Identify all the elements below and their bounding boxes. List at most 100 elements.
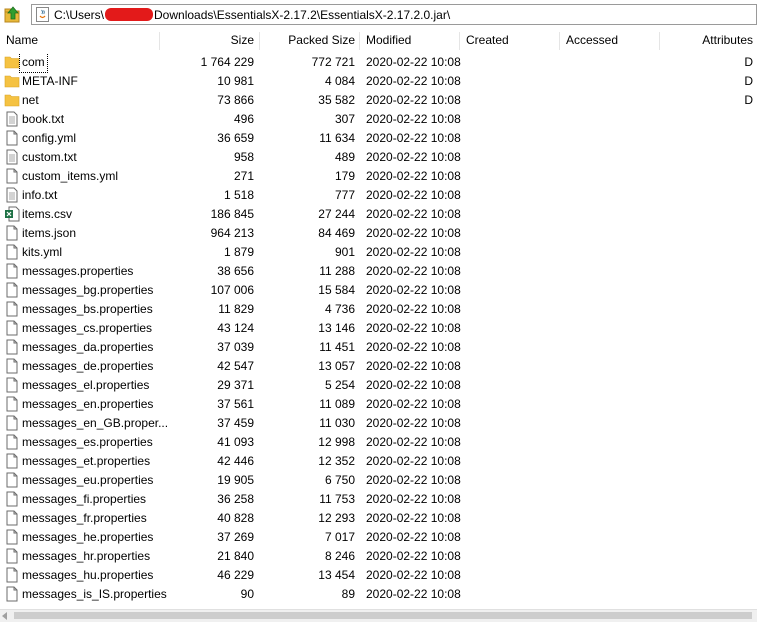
file-row[interactable]: messages_he.properties 37 269 7 017 2020-02…	[0, 528, 757, 547]
file-row[interactable]: messages_bs.properties 11 829 4 736 2020-02…	[0, 300, 757, 319]
file-modified: 2020-02-22 10:08	[366, 321, 461, 335]
file-modified: 2020-02-22 10:08	[366, 112, 461, 126]
file-row[interactable]: META-INF 10 981 4 084 2020-02-22 10:08 D	[0, 72, 757, 91]
file-packed-size: 489	[334, 150, 355, 164]
file-row[interactable]: messages_is_IS.properties 90 89 2020-02-22 …	[0, 585, 757, 604]
file-row[interactable]: items.json 964 213 84 469 2020-02-22 10:08	[0, 224, 757, 243]
column-header-size[interactable]: Size	[231, 30, 254, 51]
file-name: custom_items.yml	[22, 169, 119, 183]
column-divider[interactable]	[359, 32, 360, 50]
file-row[interactable]: messages_da.properties 37 039 11 451 2020-0…	[0, 338, 757, 357]
column-divider[interactable]	[159, 32, 160, 50]
file-packed-size: 11 634	[319, 131, 355, 145]
file-row[interactable]: messages_hr.properties 21 840 8 246 2020-02…	[0, 547, 757, 566]
horizontal-scrollbar[interactable]	[0, 609, 757, 622]
file-name: messages_en.properties	[22, 397, 154, 411]
file-modified: 2020-02-22 10:08	[366, 207, 461, 221]
file-row[interactable]: messages_hu.properties 46 229 13 454 2020-0…	[0, 566, 757, 585]
file-modified: 2020-02-22 10:08	[366, 340, 461, 354]
file-size: 90	[240, 587, 254, 601]
file-row[interactable]: net 73 866 35 582 2020-02-22 10:08 D	[0, 91, 757, 110]
file-packed-size: 12 352	[318, 454, 355, 468]
file-row[interactable]: config.yml 36 659 11 634 2020-02-22 10:08	[0, 129, 757, 148]
file-row[interactable]: items.csv 186 845 27 244 2020-02-22 10:08	[0, 205, 757, 224]
file-packed-size: 5 254	[324, 378, 355, 392]
file-row[interactable]: messages_de.properties 42 547 13 057 2020-0…	[0, 357, 757, 376]
redaction-mark	[105, 8, 154, 21]
file-name: messages_et.properties	[22, 454, 151, 468]
file-row[interactable]: kits.yml 1 879 901 2020-02-22 10:08	[0, 243, 757, 262]
column-header-name[interactable]: Name	[6, 30, 38, 51]
file-packed-size: 4 084	[324, 74, 355, 88]
column-header-attributes[interactable]: Attributes	[702, 30, 753, 51]
column-header-row: Name Size Packed Size Modified Created A…	[0, 30, 757, 51]
file-size: 958	[233, 150, 254, 164]
file-row[interactable]: messages_fi.properties 36 258 11 753 2020-0…	[0, 490, 757, 509]
file-list[interactable]: com 1 764 229 772 721 2020-02-22 10:08 D META…	[0, 53, 757, 609]
address-prefix: C:\Users\	[54, 8, 105, 22]
column-header-packed-size[interactable]: Packed Size	[288, 30, 355, 51]
file-modified: 2020-02-22 10:08	[366, 74, 461, 88]
file-name: messages_el.properties	[22, 378, 150, 392]
file-size: 42 547	[217, 359, 254, 373]
blank-file-icon	[4, 339, 20, 355]
blank-file-icon	[4, 396, 20, 412]
file-modified: 2020-02-22 10:08	[366, 530, 461, 544]
address-bar[interactable]: C:\Users\ Downloads\EssentialsX-2.17.2\Es…	[31, 4, 757, 25]
column-header-created[interactable]: Created	[466, 30, 509, 51]
text-file-icon	[4, 111, 20, 127]
file-attributes: D	[744, 93, 753, 107]
file-modified: 2020-02-22 10:08	[366, 397, 461, 411]
file-packed-size: 777	[334, 188, 355, 202]
file-size: 1 764 229	[200, 55, 254, 69]
scroll-left-arrow-icon[interactable]	[2, 612, 7, 620]
toolbar: C:\Users\ Downloads\EssentialsX-2.17.2\Es…	[0, 0, 757, 30]
file-row[interactable]: messages_en.properties 37 561 11 089 2020-0…	[0, 395, 757, 414]
file-row[interactable]: book.txt 496 307 2020-02-22 10:08	[0, 110, 757, 129]
file-row[interactable]: com 1 764 229 772 721 2020-02-22 10:08 D	[0, 53, 757, 73]
file-row[interactable]: messages_el.properties 29 371 5 254 2020-02…	[0, 376, 757, 395]
column-header-modified[interactable]: Modified	[366, 30, 411, 51]
folder-icon	[4, 73, 20, 89]
file-row[interactable]: messages.properties 38 656 11 288 2020-02-2…	[0, 262, 757, 281]
file-packed-size: 772 721	[311, 55, 355, 69]
file-size: 10 981	[217, 74, 254, 88]
file-name: messages_da.properties	[22, 340, 154, 354]
file-packed-size: 84 469	[318, 226, 355, 240]
file-size: 40 828	[217, 511, 254, 525]
file-row[interactable]: info.txt 1 518 777 2020-02-22 10:08	[0, 186, 757, 205]
file-row[interactable]: messages_es.properties 41 093 12 998 2020-0…	[0, 433, 757, 452]
file-row[interactable]: messages_bg.properties 107 006 15 584 2020-…	[0, 281, 757, 300]
file-modified: 2020-02-22 10:08	[366, 568, 461, 582]
file-row[interactable]: custom.txt 958 489 2020-02-22 10:08	[0, 148, 757, 167]
column-divider[interactable]	[559, 32, 560, 50]
file-row[interactable]: messages_eu.properties 19 905 6 750 2020-02…	[0, 471, 757, 490]
folder-up-icon[interactable]	[2, 4, 24, 26]
scrollbar-thumb[interactable]	[14, 612, 752, 619]
file-size: 38 656	[217, 264, 254, 278]
excel-csv-icon	[4, 206, 20, 222]
file-name: messages_cs.properties	[22, 321, 153, 335]
blank-file-icon	[4, 434, 20, 450]
file-size: 36 659	[217, 131, 254, 145]
column-divider[interactable]	[659, 32, 660, 50]
file-name: messages_bg.properties	[22, 283, 154, 297]
column-header-accessed[interactable]: Accessed	[566, 30, 618, 51]
blank-file-icon	[4, 282, 20, 298]
file-row[interactable]: messages_en_GB.proper... 37 459 11 030 2020…	[0, 414, 757, 433]
file-row[interactable]: messages_cs.properties 43 124 13 146 2020-0…	[0, 319, 757, 338]
file-packed-size: 12 998	[318, 435, 355, 449]
file-size: 964 213	[210, 226, 254, 240]
blank-file-icon	[4, 168, 20, 184]
column-divider[interactable]	[459, 32, 460, 50]
column-divider[interactable]	[259, 32, 260, 50]
file-packed-size: 89	[341, 587, 355, 601]
file-size: 37 269	[217, 530, 254, 544]
blank-file-icon	[4, 548, 20, 564]
file-row[interactable]: custom_items.yml 271 179 2020-02-22 10:08	[0, 167, 757, 186]
file-row[interactable]: messages_et.properties 42 446 12 352 2020-0…	[0, 452, 757, 471]
file-size: 36 258	[217, 492, 254, 506]
file-packed-size: 13 454	[318, 568, 355, 582]
file-row[interactable]: messages_fr.properties 40 828 12 293 2020-0…	[0, 509, 757, 528]
file-packed-size: 11 753	[319, 492, 355, 506]
